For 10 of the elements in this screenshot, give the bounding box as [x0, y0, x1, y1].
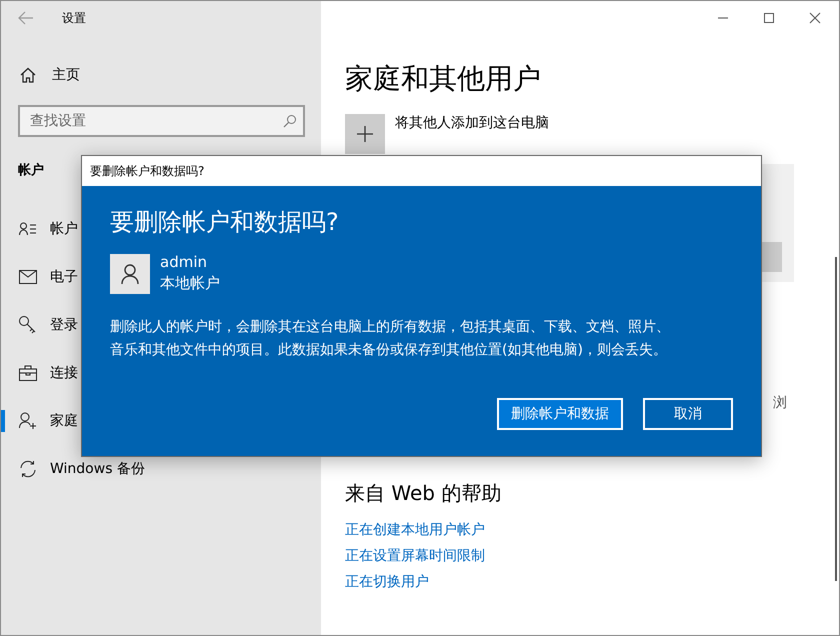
dialog-message: 删除此人的帐户时，会删除其在这台电脑上的所有数据，包括其桌面、下载、文档、照片、音乐和其他文件中的项目。此数据如果未备份或保存到其他位置(如其他电脑)，则会丢失。 — [110, 318, 671, 360]
dialog-heading: 要删除帐户和数据吗? — [110, 207, 340, 238]
account-name: admin — [160, 252, 208, 273]
window-title: 设置 — [62, 10, 86, 26]
partial-text: 浏 — [773, 395, 787, 411]
page-title: 家庭和其他用户 — [345, 61, 542, 97]
help-heading: 来自 Web 的帮助 — [345, 480, 502, 507]
dialog-title: 要删除帐户和数据吗? — [82, 156, 761, 186]
section-heading: 帐户 — [18, 163, 44, 178]
account-type: 本地帐户 — [160, 273, 220, 294]
